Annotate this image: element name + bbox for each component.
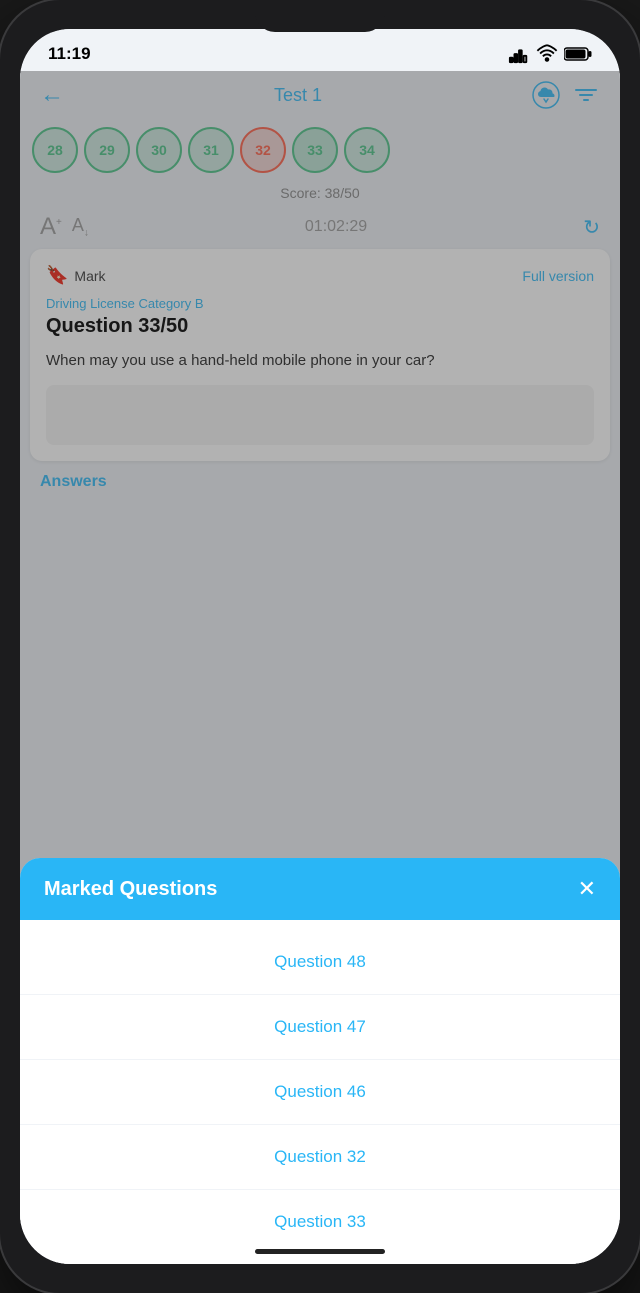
status-bar: 11:19	[20, 29, 620, 71]
phone-shell: 11:19	[0, 0, 640, 1293]
modal-close-button[interactable]: ✕	[578, 876, 596, 902]
modal-item-q48[interactable]: Question 48	[20, 930, 620, 995]
modal-item-q47[interactable]: Question 47	[20, 995, 620, 1060]
modal-item-q33[interactable]: Question 33	[20, 1190, 620, 1254]
modal-item-q32[interactable]: Question 32	[20, 1125, 620, 1190]
modal-body: Question 48 Question 47 Question 46 Ques…	[20, 920, 620, 1264]
modal-sheet: Marked Questions ✕ Question 48 Question …	[20, 858, 620, 1264]
signal-icon	[508, 43, 530, 65]
modal-item-q46[interactable]: Question 46	[20, 1060, 620, 1125]
battery-icon	[564, 47, 592, 61]
modal-header: Marked Questions ✕	[20, 858, 620, 920]
home-bar	[255, 1249, 385, 1254]
content-area: ← Test 1	[20, 71, 620, 1264]
notch	[255, 0, 385, 32]
status-icons	[508, 43, 592, 65]
phone-screen: 11:19	[20, 29, 620, 1264]
status-time: 11:19	[48, 44, 91, 64]
modal-overlay: Marked Questions ✕ Question 48 Question …	[20, 71, 620, 1264]
wifi-icon	[536, 43, 558, 65]
modal-title: Marked Questions	[44, 878, 217, 901]
